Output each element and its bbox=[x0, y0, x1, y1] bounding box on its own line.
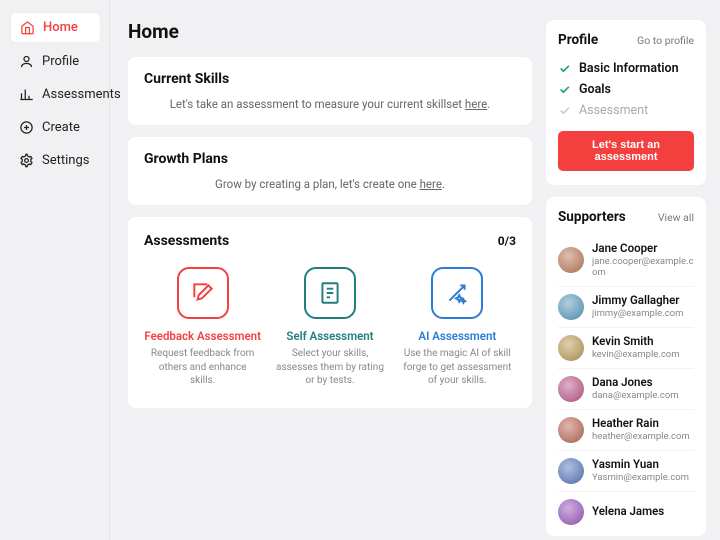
assessment-blue[interactable]: AI Assessment Use the magic AI of skill f… bbox=[399, 267, 516, 388]
user-icon bbox=[19, 54, 34, 69]
supporter-item[interactable]: Dana Jonesdana@example.com bbox=[558, 369, 694, 410]
bars-icon bbox=[19, 87, 34, 102]
profile-card: Profile Go to profile Basic Information G… bbox=[546, 20, 706, 185]
doc-icon bbox=[304, 267, 356, 319]
sidebar-item-label: Assessments bbox=[42, 87, 121, 102]
sidebar-item-label: Settings bbox=[42, 153, 89, 168]
supporter-email: heather@example.com bbox=[592, 431, 694, 442]
supporter-item[interactable]: Heather Rainheather@example.com bbox=[558, 410, 694, 451]
assessments-count: 0/3 bbox=[498, 234, 516, 248]
sparkle-icon bbox=[431, 267, 483, 319]
supporter-item[interactable]: Jimmy Gallagherjimmy@example.com bbox=[558, 287, 694, 328]
supporter-name: Yasmin Yuan bbox=[592, 458, 694, 472]
sidebar-item-label: Create bbox=[42, 120, 80, 135]
current-skills-link[interactable]: here bbox=[465, 97, 487, 111]
supporter-item[interactable]: Yelena James bbox=[558, 492, 694, 532]
avatar bbox=[558, 376, 584, 402]
assessment-title: AI Assessment bbox=[399, 329, 516, 343]
supporter-name: Heather Rain bbox=[592, 417, 694, 431]
growth-plans-heading: Growth Plans bbox=[144, 151, 516, 167]
avatar bbox=[558, 499, 584, 525]
edit-icon bbox=[177, 267, 229, 319]
view-all-link[interactable]: View all bbox=[658, 211, 694, 224]
sidebar-item-label: Profile bbox=[42, 54, 79, 69]
supporters-heading: Supporters bbox=[558, 209, 626, 225]
home-icon bbox=[20, 20, 35, 35]
supporter-name: Jane Cooper bbox=[592, 242, 694, 256]
profile-item-label: Basic Information bbox=[579, 61, 679, 76]
profile-item-label: Goals bbox=[579, 82, 611, 97]
supporter-name: Dana Jones bbox=[592, 376, 694, 390]
sidebar-item-settings[interactable]: Settings bbox=[10, 146, 101, 175]
assessment-teal[interactable]: Self Assessment Select your skills, asses… bbox=[271, 267, 388, 388]
supporter-email: kevin@example.com bbox=[592, 349, 694, 360]
sidebar: Home Profile Assessments Create Settings bbox=[0, 0, 110, 540]
current-skills-card: Current Skills Let's take an assessment … bbox=[128, 57, 532, 125]
sidebar-item-home[interactable]: Home bbox=[10, 12, 101, 43]
page-title: Home bbox=[128, 20, 532, 43]
growth-plans-card: Growth Plans Grow by creating a plan, le… bbox=[128, 137, 532, 205]
supporter-email: dana@example.com bbox=[592, 390, 694, 401]
supporter-name: Yelena James bbox=[592, 505, 694, 519]
assessment-title: Self Assessment bbox=[271, 329, 388, 343]
supporter-name: Kevin Smith bbox=[592, 335, 694, 349]
assessments-card: Assessments 0/3 Feedback Assessment Reque… bbox=[128, 217, 532, 408]
sidebar-item-profile[interactable]: Profile bbox=[10, 47, 101, 76]
assessments-heading: Assessments bbox=[144, 233, 229, 249]
supporter-email: jane.cooper@example.com bbox=[592, 256, 694, 279]
supporter-item[interactable]: Yasmin YuanYasmin@example.com bbox=[558, 451, 694, 492]
avatar bbox=[558, 247, 584, 273]
sidebar-item-create[interactable]: Create bbox=[10, 113, 101, 142]
assessment-desc: Select your skills, assesses them by rat… bbox=[271, 347, 388, 388]
current-skills-heading: Current Skills bbox=[144, 71, 516, 87]
growth-plans-link[interactable]: here bbox=[420, 177, 442, 191]
profile-item: Basic Information bbox=[558, 58, 694, 79]
start-assessment-button[interactable]: Let's start an assessment bbox=[558, 131, 694, 171]
supporters-card: Supporters View all Jane Cooperjane.coop… bbox=[546, 197, 706, 536]
check-icon bbox=[558, 62, 571, 75]
sidebar-item-label: Home bbox=[43, 20, 78, 35]
check-icon bbox=[558, 83, 571, 96]
current-skills-caption: Let's take an assessment to measure your… bbox=[144, 97, 516, 111]
profile-heading: Profile bbox=[558, 32, 598, 48]
profile-item-label: Assessment bbox=[579, 103, 648, 118]
assessment-desc: Use the magic AI of skill forge to get a… bbox=[399, 347, 516, 388]
supporter-item[interactable]: Jane Cooperjane.cooper@example.com bbox=[558, 235, 694, 287]
supporter-email: jimmy@example.com bbox=[592, 308, 694, 319]
assessment-title: Feedback Assessment bbox=[144, 329, 261, 343]
avatar bbox=[558, 458, 584, 484]
assessment-red[interactable]: Feedback Assessment Request feedback from… bbox=[144, 267, 261, 388]
avatar bbox=[558, 294, 584, 320]
assessment-desc: Request feedback from others and enhance… bbox=[144, 347, 261, 388]
avatar bbox=[558, 335, 584, 361]
check-icon bbox=[558, 104, 571, 117]
supporter-item[interactable]: Kevin Smithkevin@example.com bbox=[558, 328, 694, 369]
profile-item: Goals bbox=[558, 79, 694, 100]
growth-plans-caption: Grow by creating a plan, let's create on… bbox=[144, 177, 516, 191]
avatar bbox=[558, 417, 584, 443]
plus-icon bbox=[19, 120, 34, 135]
sidebar-item-assessments[interactable]: Assessments bbox=[10, 80, 101, 109]
go-to-profile-link[interactable]: Go to profile bbox=[637, 34, 694, 47]
profile-item: Assessment bbox=[558, 100, 694, 121]
supporter-name: Jimmy Gallagher bbox=[592, 294, 694, 308]
gear-icon bbox=[19, 153, 34, 168]
supporter-email: Yasmin@example.com bbox=[592, 472, 694, 483]
